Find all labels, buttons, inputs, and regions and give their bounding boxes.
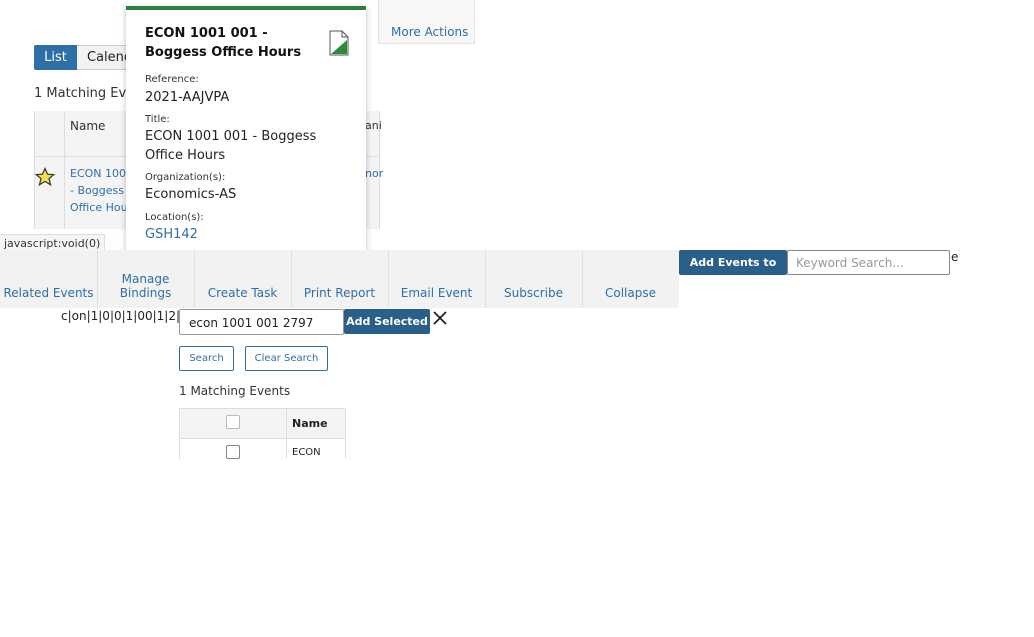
- select-all-checkbox[interactable]: [226, 415, 240, 429]
- document-icon[interactable]: [329, 30, 349, 56]
- event-row-organization[interactable]: nor: [365, 167, 383, 180]
- column-header-name[interactable]: Name: [70, 119, 105, 133]
- create-task-button[interactable]: Create Task: [194, 250, 291, 308]
- keyword-search-input[interactable]: Keyword Search...: [787, 250, 950, 275]
- tab-list[interactable]: List: [34, 45, 77, 70]
- title-value: ECON 1001 001 - Boggess Office Hours: [145, 129, 317, 163]
- column-header-organization[interactable]: ani: [365, 119, 382, 132]
- add-selected-button[interactable]: Add Selected: [344, 309, 430, 334]
- toolbar-label: Subscribe: [504, 286, 563, 300]
- add-events-to-set-button[interactable]: Add Events to Set: [679, 250, 787, 294]
- event-row-name[interactable]: ECON 1001: [292, 447, 345, 459]
- more-actions-label: More Actions: [391, 25, 469, 39]
- column-header-name[interactable]: Name: [292, 417, 328, 430]
- reference-value: 2021-AAJVPA: [145, 90, 230, 105]
- print-report-button[interactable]: Print Report: [291, 250, 388, 308]
- title-label: Title:: [145, 114, 170, 125]
- email-event-button[interactable]: Email Event: [388, 250, 485, 308]
- reference-label: Reference:: [145, 74, 199, 85]
- manage-bindings-button[interactable]: Manage Bindings: [97, 250, 194, 308]
- column-divider: [286, 409, 287, 459]
- more-actions-button[interactable]: More Actions: [378, 0, 475, 44]
- event-popup-card: ECON 1001 001 - Boggess Office Hours Ref…: [126, 6, 366, 254]
- organization-label: Organization(s):: [145, 172, 226, 183]
- organization-value: Economics-AS: [145, 187, 237, 202]
- row-checkbox[interactable]: [226, 445, 240, 459]
- toolbar-label: Print Report: [303, 286, 376, 300]
- toolbar-label: Collapse: [605, 286, 656, 300]
- location-label: Location(s):: [145, 212, 204, 223]
- toolbar-label: Related Events: [3, 286, 94, 300]
- search-button[interactable]: Search: [179, 346, 234, 371]
- clear-search-button[interactable]: Clear Search: [245, 346, 328, 371]
- star-icon[interactable]: [35, 167, 55, 187]
- match-count-bottom: 1 Matching Events: [179, 384, 291, 398]
- action-toolbar: Related Events Manage Bindings Create Ta…: [0, 250, 679, 308]
- toolbar-label: Create Task: [207, 286, 278, 300]
- toolbar-label: Email Event: [400, 286, 473, 300]
- toolbar-label: Manage Bindings: [119, 272, 172, 300]
- results-grid-bottom: Name ECON 1001: [179, 408, 346, 459]
- keyword-search-trailing-char: e: [951, 250, 959, 264]
- subscribe-button[interactable]: Subscribe: [485, 250, 582, 308]
- event-search-input[interactable]: econ 1001 001 2797: [179, 309, 344, 335]
- collapse-button[interactable]: Collapse: [582, 250, 679, 308]
- location-link[interactable]: GSH142: [145, 225, 355, 244]
- column-divider: [64, 111, 65, 229]
- close-icon[interactable]: [432, 310, 448, 326]
- popup-title: ECON 1001 001 - Boggess Office Hours: [145, 26, 302, 60]
- related-events-button[interactable]: Related Events: [0, 250, 97, 308]
